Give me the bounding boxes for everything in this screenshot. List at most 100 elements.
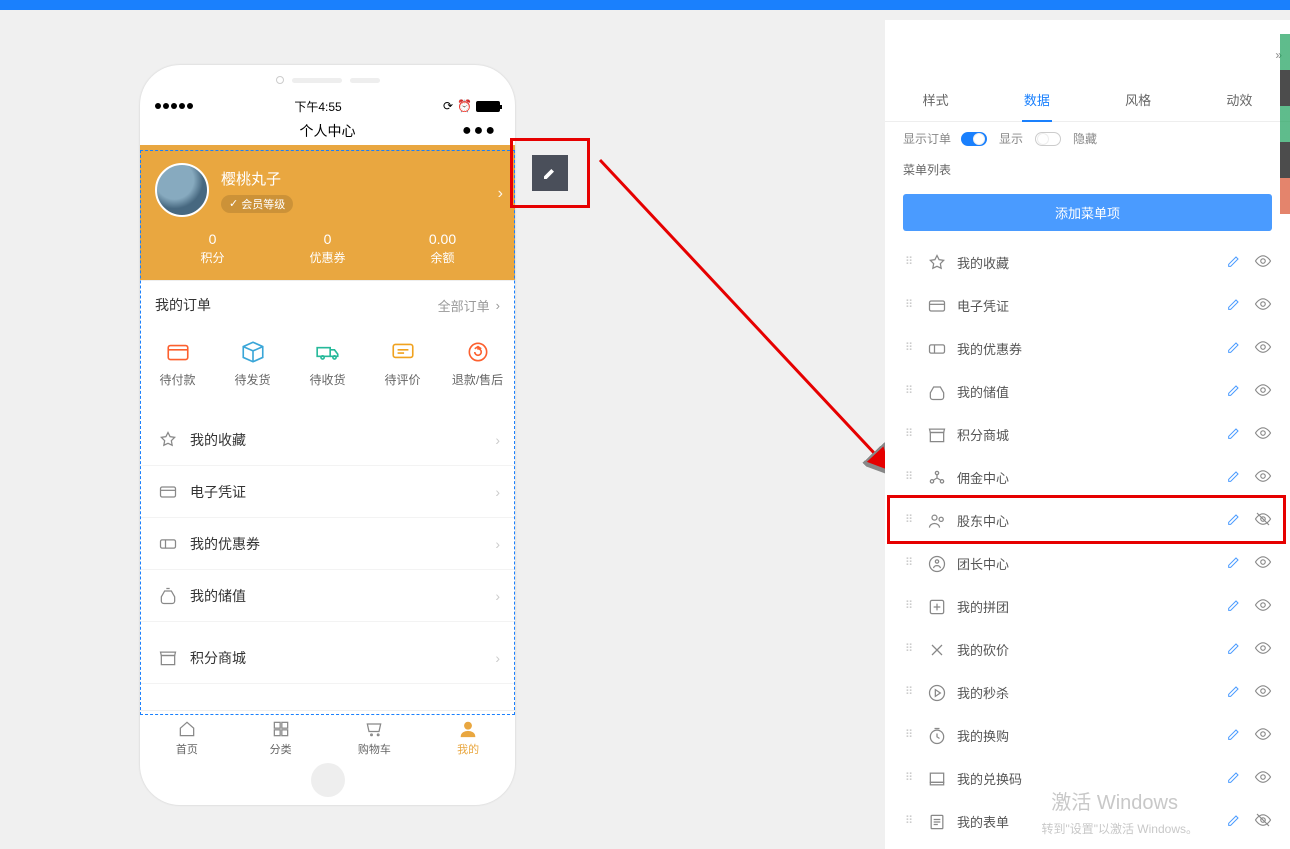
toggle-hide[interactable] — [1035, 132, 1061, 146]
menu-editor-row[interactable]: ⠿我的秒杀 — [885, 671, 1290, 714]
menu-item-voucher[interactable]: 电子凭证 › — [140, 466, 515, 518]
comment-icon — [390, 339, 416, 365]
drag-handle-icon[interactable]: ⠿ — [905, 259, 915, 266]
order-state-ship[interactable]: 待发货 — [215, 339, 290, 388]
drag-handle-icon[interactable]: ⠿ — [905, 474, 915, 481]
toggle-visibility-button[interactable] — [1254, 682, 1272, 703]
order-state-receive[interactable]: 待收货 — [290, 339, 365, 388]
menu-editor-row[interactable]: ⠿我的储值 — [885, 370, 1290, 413]
phone-notch — [140, 65, 515, 95]
menu-editor-row[interactable]: ⠿佣金中心 — [885, 456, 1290, 499]
menu-item-stored[interactable]: 我的储值 › — [140, 570, 515, 622]
menu-item-coupons[interactable]: 我的优惠券 › — [140, 518, 515, 570]
drag-handle-icon[interactable]: ⠿ — [905, 345, 915, 352]
coupon-icon — [158, 534, 178, 554]
toggle-visibility-button[interactable] — [1254, 768, 1272, 789]
editor-canvas: 下午4:55 ⟳ ⏰ 个人中心 ●●● 樱桃丸子 ✓ 会员等级 — [0, 10, 1290, 849]
add-menu-item-button[interactable]: 添加菜单项 — [903, 194, 1272, 231]
menu-editor-row[interactable]: ⠿团长中心 — [885, 542, 1290, 585]
panel-tab-motion[interactable]: 动效 — [1189, 78, 1290, 121]
stat-value: 0.00 — [385, 231, 500, 247]
drag-handle-icon[interactable]: ⠿ — [905, 560, 915, 567]
home-icon — [177, 719, 197, 739]
panel-tab-data[interactable]: 数据 — [986, 78, 1087, 121]
toggle-visibility-button[interactable] — [1254, 295, 1272, 316]
edit-row-button[interactable] — [1226, 769, 1242, 788]
menu-editor-row[interactable]: ⠿我的收藏 — [885, 241, 1290, 284]
edit-row-button[interactable] — [1226, 554, 1242, 573]
vip-icon: ✓ — [229, 197, 238, 210]
drag-handle-icon[interactable]: ⠿ — [905, 517, 915, 524]
tab-home[interactable]: 首页 — [140, 711, 234, 765]
order-state-label: 待收货 — [309, 371, 345, 388]
menu-item-label: 积分商城 — [190, 648, 246, 668]
order-state-refund[interactable]: 退款/售后 — [440, 339, 515, 388]
stat-coupons[interactable]: 0 优惠券 — [270, 231, 385, 266]
drag-handle-icon[interactable]: ⠿ — [905, 431, 915, 438]
toggle-visibility-button[interactable] — [1254, 725, 1272, 746]
edit-row-button[interactable] — [1226, 339, 1242, 358]
edit-row-button[interactable] — [1226, 597, 1242, 616]
edit-row-button[interactable] — [1226, 296, 1242, 315]
panel-tab-theme[interactable]: 风格 — [1088, 78, 1189, 121]
menu-editor-row[interactable]: ⠿我的换购 — [885, 714, 1290, 757]
drag-handle-icon[interactable]: ⠿ — [905, 388, 915, 395]
stat-label: 余额 — [385, 249, 500, 266]
menu-editor-row[interactable]: ⠿积分商城 — [885, 413, 1290, 456]
toggle-visibility-button[interactable] — [1254, 596, 1272, 617]
menu-editor-row[interactable]: ⠿股东中心 — [885, 499, 1290, 542]
lock-rotate-icon: ⟳ — [443, 99, 453, 113]
toggle-visibility-button[interactable] — [1254, 467, 1272, 488]
toggle-visibility-button[interactable] — [1254, 639, 1272, 660]
menu-editor-row[interactable]: ⠿我的砍价 — [885, 628, 1290, 671]
signal-icon — [155, 103, 193, 109]
row-icon — [927, 425, 947, 445]
edit-row-button[interactable] — [1226, 468, 1242, 487]
tab-category[interactable]: 分类 — [234, 711, 328, 765]
toggle-visibility-button[interactable] — [1254, 252, 1272, 273]
drag-handle-icon[interactable]: ⠿ — [905, 818, 915, 825]
toggle-visibility-button[interactable] — [1254, 553, 1272, 574]
tab-mine[interactable]: 我的 — [421, 711, 515, 765]
drag-handle-icon[interactable]: ⠿ — [905, 603, 915, 610]
drag-handle-icon[interactable]: ⠿ — [905, 775, 915, 782]
toggle-show[interactable] — [961, 132, 987, 146]
edit-row-button[interactable] — [1226, 511, 1242, 530]
edit-row-button[interactable] — [1226, 812, 1242, 831]
stat-balance[interactable]: 0.00 余额 — [385, 231, 500, 266]
toggle-visibility-button[interactable] — [1254, 338, 1272, 359]
toggle-visibility-button[interactable] — [1254, 510, 1272, 531]
order-state-review[interactable]: 待评价 — [365, 339, 440, 388]
row-icon — [927, 382, 947, 402]
app-menu-dots-icon[interactable]: ●●● — [462, 122, 497, 140]
menu-item-points-store[interactable]: 积分商城 › — [140, 632, 515, 684]
menu-editor-row[interactable]: ⠿我的拼团 — [885, 585, 1290, 628]
drag-handle-icon[interactable]: ⠿ — [905, 302, 915, 309]
menu-editor-row[interactable]: ⠿我的优惠券 — [885, 327, 1290, 370]
drag-handle-icon[interactable]: ⠿ — [905, 689, 915, 696]
stat-points[interactable]: 0 积分 — [155, 231, 270, 266]
edit-row-button[interactable] — [1226, 253, 1242, 272]
order-state-pay[interactable]: 待付款 — [140, 339, 215, 388]
edit-row-button[interactable] — [1226, 425, 1242, 444]
truck-icon — [315, 339, 341, 365]
toggle-visibility-button[interactable] — [1254, 424, 1272, 445]
user-icon — [458, 719, 478, 739]
panel-tab-style[interactable]: 样式 — [885, 78, 986, 121]
row-icon — [927, 253, 947, 273]
menu-editor-row[interactable]: ⠿电子凭证 — [885, 284, 1290, 327]
edit-component-button[interactable] — [532, 155, 568, 191]
toggle-visibility-button[interactable] — [1254, 381, 1272, 402]
edit-row-button[interactable] — [1226, 382, 1242, 401]
my-orders-header[interactable]: 我的订单 全部订单 › — [140, 280, 515, 329]
edit-row-button[interactable] — [1226, 640, 1242, 659]
edit-row-button[interactable] — [1226, 726, 1242, 745]
toggle-visibility-button[interactable] — [1254, 811, 1272, 832]
properties-panel: » 样式 数据 风格 动效 显示订单 显示 隐藏 菜单列表 添加菜单项 ⠿我的收… — [885, 20, 1290, 849]
tab-cart[interactable]: 购物车 — [328, 711, 422, 765]
drag-handle-icon[interactable]: ⠿ — [905, 646, 915, 653]
profile-card[interactable]: 樱桃丸子 ✓ 会员等级 › 0 积分 0 优惠券 0.00 — [140, 145, 515, 280]
drag-handle-icon[interactable]: ⠿ — [905, 732, 915, 739]
menu-item-favorites[interactable]: 我的收藏 › — [140, 414, 515, 466]
edit-row-button[interactable] — [1226, 683, 1242, 702]
